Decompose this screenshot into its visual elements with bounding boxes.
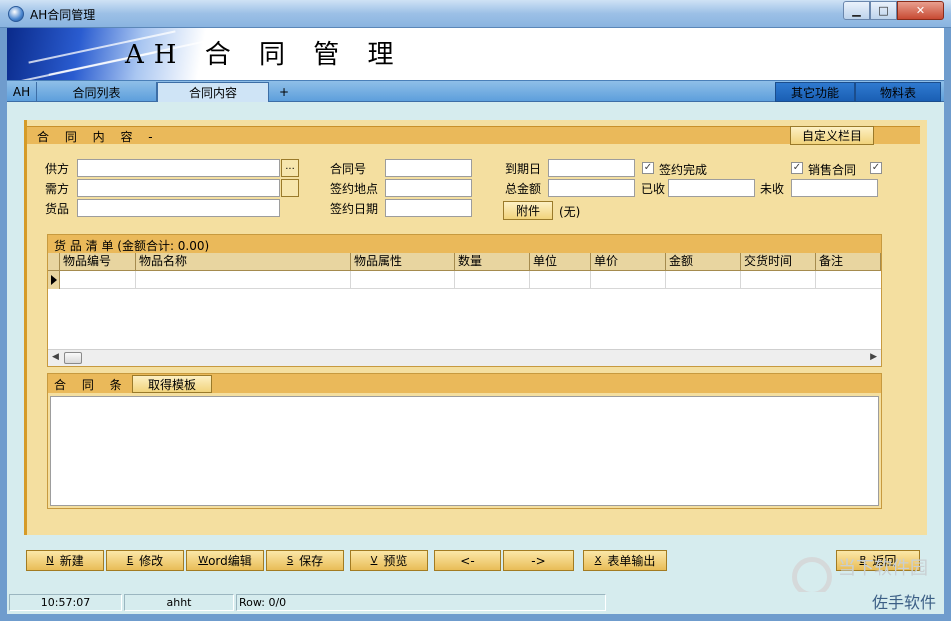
demander-field[interactable]: [77, 179, 280, 197]
column-header[interactable]: 物品编号: [60, 253, 136, 271]
close-button[interactable]: ✕: [897, 1, 944, 20]
tab-materials[interactable]: 物料表: [855, 82, 941, 102]
panel-header: 合 同 内 容 -: [27, 126, 920, 144]
column-header[interactable]: 数量: [455, 253, 530, 271]
export-form-button[interactable]: X 表单输出: [583, 550, 667, 571]
status-bar: 10:57:07 ahht Row: 0/0 佐手软件: [7, 592, 944, 612]
save-button[interactable]: S 保存: [266, 550, 344, 571]
banner-title: AH 合 同 管 理: [125, 40, 404, 70]
supplier-label: 供方: [45, 162, 70, 176]
scroll-left-icon[interactable]: ◀: [52, 352, 59, 362]
previous-button[interactable]: <-: [434, 550, 501, 571]
horizontal-scrollbar[interactable]: ◀ ▶: [48, 349, 881, 366]
row-indicator-header: [48, 253, 60, 271]
sign-done-checkbox[interactable]: ✓: [642, 162, 654, 174]
watermark-logo-icon: [792, 557, 832, 597]
sales-contract-label: 销售合同: [808, 163, 857, 177]
status-user: ahht: [124, 594, 234, 611]
scroll-right-icon[interactable]: ▶: [870, 352, 877, 362]
sales-contract-checkbox[interactable]: ✓: [791, 162, 803, 174]
goods-list-header: 物品编号 物品名称 物品属性 数量 单位 单价 金额 交货时间 备注: [48, 253, 881, 271]
word-edit-button[interactable]: Word编辑: [186, 550, 264, 571]
received-field[interactable]: [668, 179, 755, 197]
window-controls: ▁ □ ✕: [843, 1, 944, 20]
window-title: AH合同管理: [30, 8, 96, 22]
contract-no-label: 合同号: [330, 162, 367, 176]
watermark-line-2: 佐手软件: [871, 593, 936, 612]
supplier-field[interactable]: [77, 159, 280, 177]
goods-label: 货品: [45, 202, 70, 216]
supplier-browse-button[interactable]: ...: [281, 159, 299, 177]
column-header[interactable]: 交货时间: [741, 253, 816, 271]
get-template-button[interactable]: 取得模板: [132, 375, 212, 393]
goods-list-title: 货 品 清 单 (金额合计: 0.00): [54, 239, 210, 253]
tab-contract-list[interactable]: 合同列表: [37, 82, 157, 102]
contract-terms-textarea[interactable]: [50, 396, 879, 506]
contract-no-field[interactable]: [385, 159, 472, 177]
current-row-indicator-icon: [48, 271, 60, 289]
scrollbar-thumb[interactable]: [64, 352, 82, 364]
column-header[interactable]: 金额: [666, 253, 741, 271]
column-header[interactable]: 物品名称: [136, 253, 351, 271]
total-amount-field[interactable]: [548, 179, 635, 197]
demander-label: 需方: [45, 182, 70, 196]
tab-bar: AH 合同列表 合同内容 + 其它功能 物料表: [7, 80, 944, 102]
title-bar: AH合同管理 ▁ □ ✕: [0, 0, 951, 28]
edit-button[interactable]: E 修改: [106, 550, 184, 571]
column-header[interactable]: 备注: [816, 253, 881, 271]
tab-ah[interactable]: AH: [7, 82, 37, 102]
unreceived-field[interactable]: [791, 179, 878, 197]
attachment-status: (无): [559, 205, 581, 219]
sign-date-label: 签约日期: [330, 202, 379, 216]
total-amount-label: 总金额: [505, 182, 542, 196]
tab-contract-content[interactable]: 合同内容: [157, 82, 269, 102]
contract-content-panel: 合 同 内 容 - 自定义栏目 供方 ... 需方 货品 合同号 签约地点 签约…: [24, 120, 927, 535]
table-row[interactable]: [48, 271, 881, 289]
custom-columns-button[interactable]: 自定义栏目: [790, 126, 874, 145]
demander-browse-button[interactable]: [281, 179, 299, 197]
banner: AH 合 同 管 理: [7, 28, 944, 80]
sign-date-field[interactable]: [385, 199, 472, 217]
minimize-button[interactable]: ▁: [843, 1, 870, 20]
panel-title: 合 同 内 容 -: [37, 130, 159, 144]
goods-list-caption: 货 品 清 单 (金额合计: 0.00): [48, 235, 881, 253]
due-date-label: 到期日: [505, 162, 542, 176]
sign-done-label: 签约完成: [659, 163, 708, 177]
sign-place-field[interactable]: [385, 179, 472, 197]
column-header[interactable]: 物品属性: [351, 253, 455, 271]
column-header[interactable]: 单位: [530, 253, 591, 271]
goods-list-grid: 货 品 清 单 (金额合计: 0.00) 物品编号 物品名称 物品属性 数量 单…: [47, 234, 882, 367]
watermark-line-1: 当下软件园: [838, 558, 928, 579]
app-icon: [8, 6, 24, 22]
status-row: Row: 0/0: [236, 594, 606, 611]
sign-place-label: 签约地点: [330, 182, 379, 196]
extra-checkbox[interactable]: ✓: [870, 162, 882, 174]
attachment-button[interactable]: 附件: [503, 201, 553, 220]
tab-add-button[interactable]: +: [269, 82, 299, 102]
goods-field[interactable]: [77, 199, 280, 217]
contract-terms-section: 合 同 条 款 取得模板: [47, 373, 882, 509]
unreceived-label: 未收: [760, 182, 785, 196]
app-client-area: AH 合 同 管 理 AH 合同列表 合同内容 + 其它功能 物料表 合 同 内…: [7, 28, 944, 614]
new-button[interactable]: N 新建: [26, 550, 104, 571]
preview-button[interactable]: V 预览: [350, 550, 428, 571]
column-header[interactable]: 单价: [591, 253, 666, 271]
tab-other-functions[interactable]: 其它功能: [775, 82, 855, 102]
next-button[interactable]: ->: [503, 550, 574, 571]
due-date-field[interactable]: [548, 159, 635, 177]
maximize-button[interactable]: □: [870, 1, 897, 20]
status-time: 10:57:07: [9, 594, 122, 611]
received-label: 已收: [641, 182, 666, 196]
